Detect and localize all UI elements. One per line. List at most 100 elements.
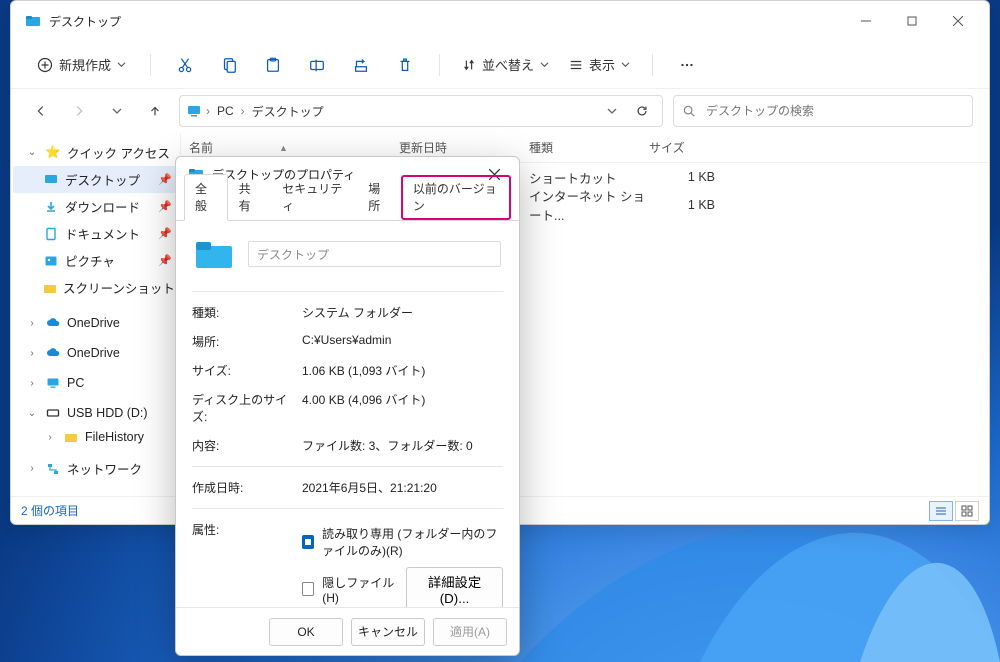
sidebar-desktop[interactable]: デスクトップ📌 bbox=[13, 166, 178, 193]
pc-icon bbox=[186, 103, 202, 119]
view-button[interactable]: 表示 bbox=[561, 51, 638, 78]
kv-location-value: C:¥Users¥admin bbox=[302, 333, 503, 350]
apply-button[interactable]: 適用(A) bbox=[433, 618, 507, 646]
network-icon bbox=[45, 461, 61, 477]
sidebar-documents[interactable]: ドキュメント📌 bbox=[13, 220, 178, 247]
folder-icon bbox=[25, 13, 41, 29]
column-size[interactable]: サイズ bbox=[649, 139, 729, 156]
sidebar-quick-access[interactable]: ⌄⭐クイック アクセス bbox=[13, 139, 178, 166]
nav-back-button[interactable] bbox=[27, 97, 55, 125]
search-input[interactable] bbox=[704, 103, 964, 119]
kv-kind-label: 種類: bbox=[192, 304, 302, 321]
nav-forward-button[interactable] bbox=[65, 97, 93, 125]
kv-disk-label: ディスク上のサイズ: bbox=[192, 391, 302, 425]
new-label: 新規作成 bbox=[59, 55, 111, 74]
window-title: デスクトップ bbox=[49, 13, 121, 30]
readonly-label: 読み取り専用 (フォルダー内のファイルのみ)(R) bbox=[322, 525, 503, 559]
sidebar-network[interactable]: ›ネットワーク bbox=[13, 455, 178, 482]
kv-location-label: 場所: bbox=[192, 333, 302, 350]
kv-kind-value: システム フォルダー bbox=[302, 304, 503, 321]
address-dropdown[interactable] bbox=[598, 97, 626, 125]
chevron-down-icon bbox=[621, 60, 630, 69]
sidebar-usb[interactable]: ⌄USB HDD (D:) bbox=[13, 401, 178, 425]
sort-asc-icon: ▲ bbox=[279, 143, 288, 153]
tab-location[interactable]: 場所 bbox=[357, 174, 401, 221]
folder-name-field[interactable]: デスクトップ bbox=[248, 241, 501, 267]
sidebar: ⌄⭐クイック アクセス デスクトップ📌 ダウンロード📌 ドキュメント📌 ピクチャ… bbox=[11, 133, 181, 496]
cut-icon[interactable] bbox=[165, 47, 205, 83]
refresh-button[interactable] bbox=[628, 97, 656, 125]
address-bar[interactable]: › PC › デスクトップ bbox=[179, 95, 663, 127]
address-row: › PC › デスクトップ bbox=[11, 89, 989, 133]
kv-attr-label: 属性: bbox=[192, 521, 302, 538]
new-button[interactable]: 新規作成 bbox=[27, 51, 136, 78]
breadcrumb-folder[interactable]: デスクトップ bbox=[249, 101, 327, 122]
download-icon bbox=[43, 199, 59, 215]
view-grid-button[interactable] bbox=[955, 501, 979, 521]
sidebar-onedrive-1[interactable]: ›OneDrive bbox=[13, 311, 178, 335]
hidden-label: 隠しファイル(H) bbox=[322, 574, 398, 605]
paste-icon[interactable] bbox=[253, 47, 293, 83]
copy-icon[interactable] bbox=[209, 47, 249, 83]
more-icon[interactable] bbox=[667, 47, 707, 83]
tab-previous-versions[interactable]: 以前のバージョン bbox=[401, 175, 511, 220]
pin-icon: 📌 bbox=[158, 173, 172, 186]
tab-general[interactable]: 全般 bbox=[184, 174, 228, 221]
readonly-checkbox[interactable] bbox=[302, 535, 314, 549]
pin-icon: 📌 bbox=[158, 200, 172, 213]
column-type[interactable]: 種類 bbox=[529, 139, 649, 156]
cloud-icon bbox=[45, 345, 61, 361]
picture-icon bbox=[43, 253, 59, 269]
folder-icon bbox=[43, 280, 57, 296]
nav-up-button[interactable] bbox=[141, 97, 169, 125]
pc-icon bbox=[45, 375, 61, 391]
hidden-checkbox[interactable] bbox=[302, 582, 314, 596]
titlebar: デスクトップ bbox=[11, 1, 989, 41]
breadcrumb-pc[interactable]: PC bbox=[214, 102, 237, 120]
nav-recent-button[interactable] bbox=[103, 97, 131, 125]
dialog-tabs: 全般 共有 セキュリティ 場所 以前のバージョン bbox=[176, 191, 519, 221]
sidebar-onedrive-2[interactable]: ›OneDrive bbox=[13, 341, 178, 365]
chevron-down-icon bbox=[117, 60, 126, 69]
folder-large-icon bbox=[194, 237, 234, 271]
search-bar[interactable] bbox=[673, 95, 973, 127]
rename-icon[interactable] bbox=[297, 47, 337, 83]
share-icon[interactable] bbox=[341, 47, 381, 83]
tab-security[interactable]: セキュリティ bbox=[271, 174, 357, 221]
toolbar: 新規作成 並べ替え 表示 bbox=[11, 41, 989, 89]
sidebar-downloads[interactable]: ダウンロード📌 bbox=[13, 193, 178, 220]
kv-contents-value: ファイル数: 3、フォルダー数: 0 bbox=[302, 437, 503, 454]
column-date[interactable]: 更新日時 bbox=[399, 139, 529, 156]
kv-disk-value: 4.00 KB (4,096 バイト) bbox=[302, 391, 503, 425]
kv-created-value: 2021年6月5日、21:21:20 bbox=[302, 479, 503, 496]
delete-icon[interactable] bbox=[385, 47, 425, 83]
view-details-button[interactable] bbox=[929, 501, 953, 521]
sidebar-pictures[interactable]: ピクチャ📌 bbox=[13, 247, 178, 274]
kv-size-label: サイズ: bbox=[192, 362, 302, 379]
tab-share[interactable]: 共有 bbox=[228, 174, 272, 221]
search-icon bbox=[682, 104, 696, 118]
kv-contents-label: 内容: bbox=[192, 437, 302, 454]
sidebar-filehistory[interactable]: ›FileHistory bbox=[13, 425, 178, 449]
cloud-icon bbox=[45, 315, 61, 331]
sort-button[interactable]: 並べ替え bbox=[454, 51, 557, 78]
close-button[interactable] bbox=[935, 5, 981, 37]
maximize-button[interactable] bbox=[889, 5, 935, 37]
item-count: 2 個の項目 bbox=[21, 502, 79, 519]
drive-icon bbox=[45, 405, 61, 421]
view-label: 表示 bbox=[589, 55, 615, 74]
cancel-button[interactable]: キャンセル bbox=[351, 618, 425, 646]
minimize-button[interactable] bbox=[843, 5, 889, 37]
kv-created-label: 作成日時: bbox=[192, 479, 302, 496]
properties-dialog: デスクトップのプロパティ 全般 共有 セキュリティ 場所 以前のバージョン デス… bbox=[175, 156, 520, 656]
column-name[interactable]: 名前▲ bbox=[189, 139, 399, 156]
advanced-button[interactable]: 詳細設定(D)... bbox=[406, 567, 503, 607]
dialog-body: デスクトップ 種類:システム フォルダー 場所:C:¥Users¥admin サ… bbox=[176, 221, 519, 607]
pin-icon: 📌 bbox=[158, 254, 172, 267]
sidebar-pc[interactable]: ›PC bbox=[13, 371, 178, 395]
sort-label: 並べ替え bbox=[482, 55, 534, 74]
ok-button[interactable]: OK bbox=[269, 618, 343, 646]
sidebar-screenshots[interactable]: スクリーンショット bbox=[13, 274, 178, 301]
desktop-icon bbox=[43, 172, 59, 188]
chevron-down-icon bbox=[540, 60, 549, 69]
